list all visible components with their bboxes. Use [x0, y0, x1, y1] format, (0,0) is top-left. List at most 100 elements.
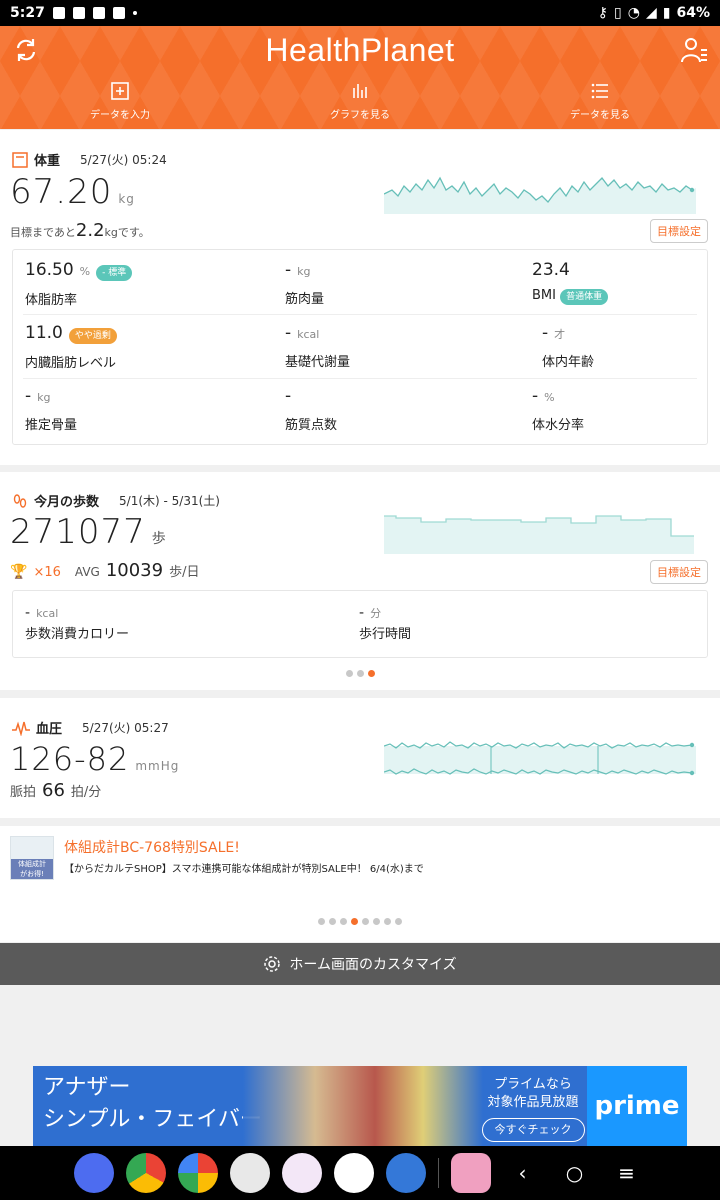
steps-goal-setting-button[interactable]: 目標設定: [650, 560, 708, 584]
steps-total: 271077: [10, 512, 146, 552]
list-icon: [591, 83, 608, 99]
app-camera-icon[interactable]: [229, 1153, 270, 1193]
goal-remaining-value: 2.2: [75, 220, 105, 241]
app-photos-icon[interactable]: [177, 1153, 218, 1193]
ad-title-line: シンプル・フェイバー: [43, 1107, 262, 1132]
promo-card[interactable]: 体組成計 がお得! 体組成計BC-768特別SALE! 【からだカルテSHOP】…: [0, 826, 720, 942]
weight-card[interactable]: 体重 5/27(火) 05:24 67.20 kg 目標まであと2.2kgです。 …: [0, 130, 720, 465]
youtube-notification-icon: [112, 7, 125, 19]
user-settings-icon: [681, 38, 707, 63]
status-bar: 5:27 ⚷ ▯ ◔ ◢ ▮ 64%: [0, 0, 720, 26]
customize-home-button[interactable]: ホーム画面のカスタマイズ: [0, 943, 720, 985]
ad-title: アナザー シンプル・フェイバー: [43, 1072, 262, 1136]
bp-value: 126-82: [10, 740, 130, 778]
weight-date: 5/27(火) 05:24: [80, 153, 167, 167]
metric-value: -: [285, 323, 292, 343]
metric-muscle-quality[interactable]: - 筋質点数: [285, 386, 515, 446]
pulse-unit: 拍/分: [70, 785, 102, 800]
steps-card[interactable]: 今月の歩数 5/1(木) - 5/31(土) 271077 歩 🏆 ×16 AVG…: [0, 472, 720, 690]
plus-square-icon: [111, 82, 129, 100]
steps-sparkline: [384, 515, 694, 554]
metric-muscle-mass[interactable]: - kg 筋肉量: [285, 260, 515, 320]
nav-enter-data[interactable]: データを入力: [0, 82, 240, 124]
page-dot[interactable]: [384, 918, 391, 925]
metric-label: 筋肉量: [285, 292, 325, 307]
dock-divider: [437, 1158, 439, 1188]
home-icon[interactable]: ○: [555, 1161, 595, 1185]
steps-section-title: 今月の歩数 5/1(木) - 5/31(土): [12, 491, 220, 510]
promo-thumbnail-band: 体組成計 がお得!: [11, 859, 53, 879]
page-dot[interactable]: [356, 670, 364, 677]
recents-icon[interactable]: ≡: [607, 1161, 647, 1185]
back-icon[interactable]: ‹: [503, 1161, 543, 1185]
bp-title: 血圧: [36, 722, 63, 737]
status-badge: - 標準: [96, 265, 133, 281]
metric-walk-calories[interactable]: - kcal 歩数消費カロリー: [25, 605, 255, 665]
promo-thumbnail[interactable]: 体組成計 がお得!: [10, 836, 54, 880]
nav-label: データを見る: [570, 110, 630, 121]
metric-walk-time[interactable]: -分 歩行時間: [359, 605, 589, 665]
metric-body-water[interactable]: -% 体水分率: [532, 386, 720, 446]
metric-basal-metabolism[interactable]: - kcal 基礎代謝量: [285, 323, 515, 383]
metric-value: 16.50: [25, 260, 74, 280]
metric-value: -: [285, 260, 292, 280]
metric-body-age[interactable]: -才 体内年齢: [542, 323, 720, 383]
page-dot[interactable]: [373, 918, 380, 925]
steps-value-wrap: 271077 歩: [10, 512, 167, 552]
page-dot[interactable]: [345, 670, 353, 677]
divider: [23, 378, 697, 379]
battery-percent: 64%: [676, 5, 710, 21]
metric-bmi[interactable]: 23.4 BMI 普通体重: [532, 260, 720, 320]
customize-label: ホーム画面のカスタマイズ: [289, 957, 457, 973]
metric-label: 歩行時間: [359, 627, 412, 642]
weight-unit: kg: [118, 192, 135, 206]
ad-banner[interactable]: アナザー シンプル・フェイバー プライムなら 対象作品見放題 今すぐチェック p…: [33, 1066, 687, 1146]
goal-prefix: 目標まであと: [10, 226, 76, 239]
page-dot-active[interactable]: [367, 670, 375, 677]
metric-value: -: [25, 605, 31, 621]
weight-goal-setting-button[interactable]: 目標設定: [650, 219, 708, 243]
ad-copy: プライムなら 対象作品見放題 今すぐチェック: [463, 1076, 603, 1142]
app-messages-icon[interactable]: [73, 1153, 114, 1193]
page-dot[interactable]: [340, 918, 347, 925]
battery-icon: ▮: [662, 5, 671, 21]
ad-cta-button[interactable]: 今すぐチェック: [481, 1118, 585, 1142]
facebook-notification-icon: [92, 7, 105, 19]
blood-pressure-card[interactable]: 血圧 5/27(火) 05:27 126-82 mmHg 脈拍 66 拍/分: [0, 698, 720, 818]
page-dot[interactable]: [362, 918, 369, 925]
nav-view-graph[interactable]: グラフを見る: [240, 82, 480, 124]
app-settings-icon[interactable]: [385, 1153, 426, 1193]
trophy-icon: 🏆: [10, 564, 28, 580]
app-maps-icon[interactable]: [333, 1153, 374, 1193]
user-settings-button[interactable]: [680, 36, 708, 64]
page-dot-active[interactable]: [351, 918, 358, 925]
signal-icon: ◢: [645, 5, 657, 21]
weight-sparkline: [384, 176, 696, 214]
promo-title[interactable]: 体組成計BC-768特別SALE!: [64, 837, 240, 857]
steps-title: 今月の歩数: [34, 495, 100, 510]
promo-page-indicator: [0, 918, 720, 925]
metric-unit: 分: [370, 607, 382, 620]
metric-value: -: [542, 323, 549, 343]
app-logo: HealthPlanet: [265, 32, 455, 68]
promo-thumbnail-text: がお得!: [20, 870, 44, 878]
page-dot[interactable]: [395, 918, 402, 925]
ad-title-line: アナザー: [43, 1075, 131, 1100]
app-chrome-icon[interactable]: [125, 1153, 166, 1193]
pulse-value: 66: [42, 780, 65, 801]
metric-unit: kg: [37, 391, 51, 404]
pulse-line: 脈拍 66 拍/分: [10, 780, 101, 801]
nav-view-data[interactable]: データを見る: [480, 82, 720, 124]
app-drawer-icon[interactable]: [450, 1153, 491, 1193]
wifi-icon: ◔: [627, 5, 640, 21]
ad-copy-line: 対象作品見放題: [487, 1095, 579, 1110]
metric-visceral-fat[interactable]: 11.0 やや過剰 内臓脂肪レベル: [25, 323, 255, 383]
page-dot[interactable]: [329, 918, 336, 925]
metric-unit: kcal: [297, 328, 320, 341]
steps-page-indicator: [0, 670, 720, 677]
bp-value-wrap: 126-82 mmHg: [10, 740, 179, 778]
metric-bone-mass[interactable]: - kg 推定骨量: [25, 386, 255, 446]
app-gallery-icon[interactable]: [281, 1153, 322, 1193]
page-dot[interactable]: [318, 918, 325, 925]
metric-body-fat[interactable]: 16.50% - 標準 体脂肪率: [25, 260, 255, 320]
